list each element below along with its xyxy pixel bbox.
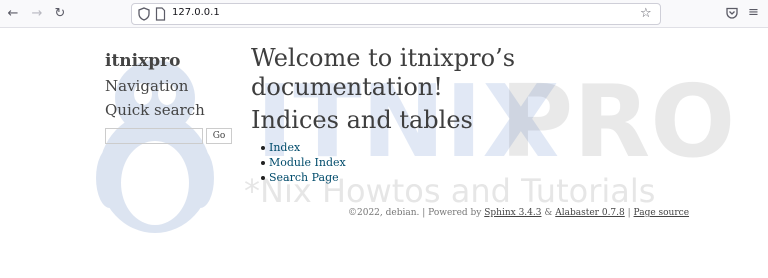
star-icon[interactable]: ☆ [640, 6, 654, 22]
separator-text: | [627, 208, 631, 218]
quick-search-form: Go [105, 128, 235, 146]
page-source-link[interactable]: Page source [634, 208, 689, 218]
shield-icon[interactable] [138, 7, 150, 21]
page-footer: ©2022, debian. | Powered by Sphinx 3.4.3… [348, 208, 689, 219]
list-item: Index [261, 140, 671, 155]
site-logo[interactable]: itnixpro [105, 50, 235, 76]
back-arrow-icon[interactable]: ← [4, 5, 22, 23]
url-text[interactable]: 127.0.0.1 [172, 7, 220, 18]
page-title: Welcome to itnixpro’s documentation! [251, 44, 671, 102]
search-page-link[interactable]: Search Page [269, 171, 339, 184]
page-icon [155, 7, 166, 21]
go-button[interactable]: Go [206, 128, 232, 144]
list-item: Module Index [261, 155, 671, 170]
module-index-link[interactable]: Module Index [269, 156, 346, 169]
main-content: Welcome to itnixpro’s documentation! Ind… [251, 44, 671, 185]
navigation-heading: Navigation [105, 77, 189, 95]
url-bar[interactable]: 127.0.0.1 ☆ [131, 3, 661, 25]
hamburger-menu-icon[interactable]: ≡ [748, 5, 762, 21]
forward-arrow-icon[interactable]: → [28, 5, 46, 23]
page-title-line-1: Welcome to itnixpro’s [251, 44, 516, 72]
browser-toolbar: ← → ↻ 127.0.0.1 ☆ ≡ [0, 0, 768, 28]
bullet-icon [261, 161, 265, 165]
search-input[interactable] [105, 128, 203, 144]
sphinx-link[interactable]: Sphinx 3.4.3 [484, 208, 541, 218]
index-link[interactable]: Index [269, 141, 300, 154]
quick-search-heading: Quick search [105, 101, 205, 119]
bullet-icon [261, 176, 265, 180]
sidebar: itnixpro Navigation Quick search Go [105, 50, 235, 146]
section-heading: Indices and tables [251, 106, 473, 134]
list-item: Search Page [261, 170, 671, 185]
amp-text: & [544, 208, 553, 218]
alabaster-link[interactable]: Alabaster 0.7.8 [555, 208, 625, 218]
copyright-text: ©2022, debian. | Powered by [348, 208, 482, 218]
page-title-line-2: documentation! [251, 73, 443, 101]
reload-icon[interactable]: ↻ [51, 5, 69, 23]
index-links-list: Index Module Index Search Page [251, 140, 671, 185]
pocket-icon[interactable] [725, 6, 739, 20]
bullet-icon [261, 146, 265, 150]
